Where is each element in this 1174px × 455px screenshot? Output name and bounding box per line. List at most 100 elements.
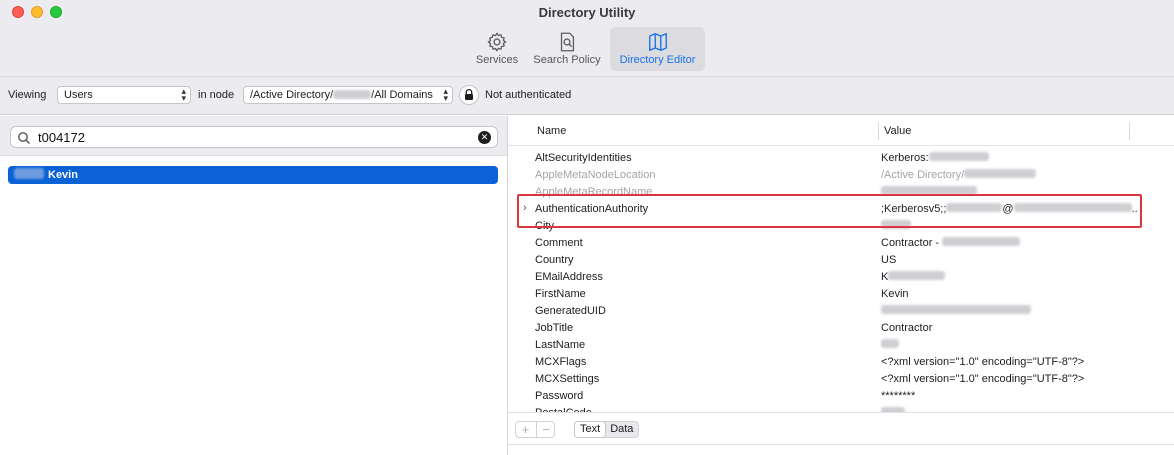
clear-search-icon[interactable]: ✕	[478, 131, 491, 144]
table-row[interactable]: PostalCode	[508, 405, 1174, 412]
attribute-value-tail: @	[1002, 203, 1014, 215]
table-row[interactable]: AltSecurityIdentities Kerberos:	[508, 150, 1174, 167]
table-row[interactable]: JobTitle Contractor	[508, 320, 1174, 337]
attribute-name: LastName	[535, 339, 586, 351]
attribute-name: AppleMetaRecordName	[535, 186, 653, 198]
view-mode-segmented-control: Text Data	[574, 421, 640, 438]
attribute-name: FirstName	[535, 288, 586, 300]
search-policy-label: Search Policy	[533, 54, 601, 66]
title-bar: Directory Utility Services Search Policy…	[0, 0, 1174, 77]
column-header-name[interactable]: Name	[537, 125, 566, 137]
attribute-value-text: Kerberos:	[881, 152, 929, 164]
search-area: t004172 ✕	[0, 116, 507, 156]
attribute-value: ********	[881, 390, 915, 402]
attribute-value-text: <?xml version="1.0" encoding="UTF-8"?>	[881, 373, 1085, 385]
attribute-name: AppleMetaNodeLocation	[535, 169, 656, 181]
table-row[interactable]: GeneratedUID	[508, 303, 1174, 320]
directory-editor-label: Directory Editor	[619, 54, 696, 66]
toolbar-directory-editor-button[interactable]: Directory Editor	[610, 27, 705, 71]
redacted-value	[881, 305, 1031, 314]
services-label: Services	[475, 54, 519, 66]
attribute-value	[881, 305, 1031, 317]
attribute-value-text: ;Kerberosv5;;	[881, 203, 947, 215]
table-row[interactable]: AppleMetaNodeLocation/Active Directory/	[508, 167, 1174, 184]
records-pane: t004172 ✕ Kevin	[0, 116, 507, 455]
node-popup[interactable]: /Active Directory/ /All Domains ▴ ▾	[243, 86, 453, 104]
chevron-updown-icon: ▴ ▾	[443, 86, 448, 103]
remove-button[interactable]: −	[536, 422, 555, 437]
attribute-value: <?xml version="1.0" encoding="UTF-8"?>	[881, 373, 1084, 385]
attribute-value: Kerberos:	[881, 152, 989, 164]
attribute-value: /Active Directory/	[881, 169, 1037, 181]
search-policy-icon	[560, 32, 575, 52]
table-row[interactable]: MCXFlags <?xml version="1.0" encoding="UT…	[508, 354, 1174, 371]
table-row[interactable]: Comment Contractor -	[508, 235, 1174, 252]
attribute-value-text: <?xml version="1.0" encoding="UTF-8"?>	[881, 356, 1085, 368]
node-redacted	[333, 90, 372, 99]
table-row[interactable]: › AuthenticationAuthority ;Kerberosv5;; @..	[508, 201, 1174, 218]
attribute-name: Password	[535, 390, 584, 402]
gear-icon	[487, 32, 507, 52]
search-input[interactable]: t004172 ✕	[10, 126, 498, 148]
disclosure-chevron-icon[interactable]: ›	[523, 202, 527, 214]
attribute-value-text: Contractor -	[881, 237, 943, 249]
attribute-value-text: /Active Directory/	[881, 169, 965, 181]
attributes-pane: Name Value AltSecurityIdentities Kerberos…	[508, 116, 1174, 455]
viewing-label: Viewing	[8, 89, 47, 101]
attribute-name: City	[535, 220, 554, 232]
table-row[interactable]: FirstName Kevin	[508, 286, 1174, 303]
table-row[interactable]: Password ********	[508, 388, 1174, 405]
column-resizer[interactable]	[878, 122, 879, 140]
attribute-value	[881, 220, 911, 232]
redacted-value	[888, 271, 946, 280]
redacted-name	[14, 168, 44, 179]
search-value: t004172	[38, 130, 85, 145]
attributes-table: AltSecurityIdentities Kerberos: AppleMetaN…	[508, 150, 1174, 412]
add-remove-control: + −	[515, 421, 555, 438]
data-tab[interactable]: Data	[605, 422, 638, 437]
add-button[interactable]: +	[516, 422, 535, 437]
chevron-updown-icon: ▴ ▾	[181, 86, 186, 103]
attribute-value	[881, 339, 899, 351]
column-header-value[interactable]: Value	[884, 125, 911, 137]
column-resizer[interactable]	[1129, 122, 1130, 140]
table-header: Name Value	[508, 116, 1174, 146]
attribute-value: K	[881, 271, 946, 283]
attribute-value: ;Kerberosv5;; @..	[881, 203, 1138, 215]
table-row[interactable]: Country US	[508, 252, 1174, 269]
redacted-value	[964, 169, 1037, 178]
attribute-name: Country	[535, 254, 574, 266]
toolbar-services-button[interactable]: Services	[470, 27, 524, 71]
attribute-value-text: Contractor	[881, 322, 933, 334]
table-row[interactable]: EMailAddress K	[508, 269, 1174, 286]
table-row[interactable]: MCXSettings <?xml version="1.0" encoding=…	[508, 371, 1174, 388]
attribute-name: MCXFlags	[535, 356, 587, 368]
map-icon	[648, 33, 667, 51]
bottom-bar: + − Text Data	[508, 412, 1174, 444]
attribute-value: Kevin	[881, 288, 909, 300]
list-item[interactable]: Kevin	[8, 166, 498, 184]
lock-icon	[465, 89, 473, 100]
toolbar-search-policy-button[interactable]: Search Policy	[528, 27, 606, 71]
node-suffix: /All Domains	[371, 89, 433, 101]
lock-button[interactable]	[459, 85, 479, 105]
attribute-value	[881, 186, 977, 198]
table-row[interactable]: AppleMetaRecordName	[508, 184, 1174, 201]
attribute-value: US	[881, 254, 896, 266]
in-node-label: in node	[198, 89, 235, 101]
divider	[508, 444, 1174, 445]
record-type-value: Users	[64, 89, 93, 101]
redacted-value	[881, 186, 977, 195]
search-icon	[18, 132, 31, 145]
text-tab[interactable]: Text	[575, 422, 606, 437]
attribute-name: JobTitle	[535, 322, 574, 334]
redacted-value	[942, 237, 1021, 246]
redacted-value	[1013, 203, 1132, 212]
table-row[interactable]: City	[508, 218, 1174, 235]
attribute-value: Contractor	[881, 322, 932, 334]
attribute-value-text: US	[881, 254, 897, 266]
table-row[interactable]: LastName	[508, 337, 1174, 354]
attribute-value-text: K	[881, 271, 889, 283]
attribute-name: Comment	[535, 237, 583, 249]
record-type-popup[interactable]: Users ▴ ▾	[57, 86, 191, 104]
